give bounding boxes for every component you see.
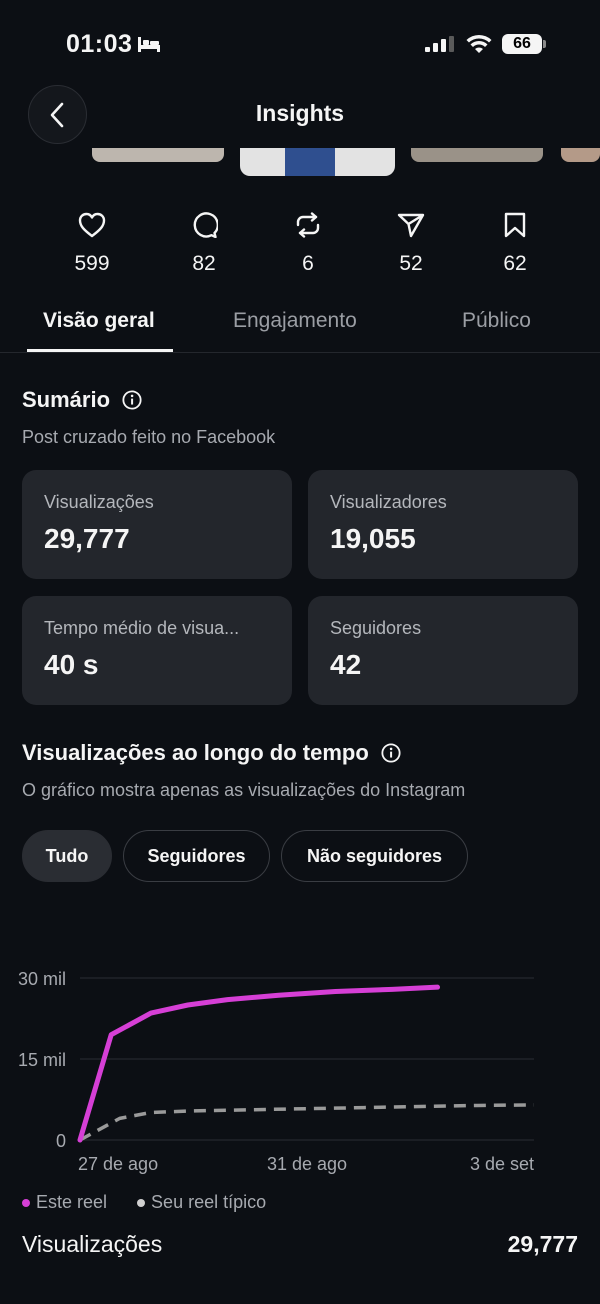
metric-label: Seguidores — [330, 618, 422, 638]
summary-section-title: Sumário — [22, 387, 142, 413]
metric-label: Tempo médio de visua... — [44, 618, 240, 638]
stat-value: 62 — [503, 252, 527, 275]
bed-icon — [138, 37, 160, 52]
y-tick-label: 30 mil — [18, 969, 66, 989]
repost-icon — [296, 212, 320, 238]
series-line-typical-reel — [79, 1103, 535, 1142]
total-views-value: 29,777 — [507, 1231, 578, 1257]
post-thumbnail[interactable] — [92, 148, 224, 162]
views-over-time-subtitle: O gráfico mostra apenas as visualizações… — [22, 780, 466, 800]
share-icon — [397, 213, 425, 238]
stat-reposts: 6 — [268, 212, 348, 276]
stat-value: 82 — [192, 252, 216, 275]
tab-audience[interactable]: Público — [462, 309, 531, 333]
metric-value: 42 — [330, 649, 362, 680]
x-tick-label: 27 de ago — [78, 1154, 158, 1174]
x-tick-label: 31 de ago — [267, 1154, 347, 1174]
metric-card-views[interactable]: Visualizações 29,777 — [22, 470, 292, 579]
legend-item-this-reel: Este reel — [22, 1192, 107, 1213]
post-thumbnail-current[interactable] — [240, 148, 395, 176]
filter-non-followers[interactable]: Não seguidores — [281, 830, 468, 882]
metric-value: 40 s — [44, 649, 99, 680]
post-thumbnail[interactable] — [561, 148, 600, 162]
metric-value: 29,777 — [44, 523, 130, 554]
views-over-time-title: Visualizações ao longo do tempo — [22, 740, 369, 765]
y-tick-label: 0 — [56, 1131, 66, 1151]
battery-indicator: 66 — [502, 34, 542, 54]
chart-legend: Este reel Seu reel típico — [22, 1192, 266, 1213]
views-over-time-section-title: Visualizações ao longo do tempo — [22, 740, 401, 766]
summary-title: Sumário — [22, 387, 111, 412]
battery-tip — [543, 40, 546, 48]
stat-value: 52 — [399, 252, 423, 275]
metric-value: 19,055 — [330, 523, 416, 554]
wifi-icon — [466, 34, 492, 53]
legend-dot — [22, 1198, 30, 1207]
total-views-label: Visualizações — [22, 1231, 163, 1257]
legend-label: Este reel — [36, 1192, 108, 1212]
y-tick-label: 15 mil — [18, 1050, 66, 1070]
filter-followers[interactable]: Seguidores — [123, 830, 270, 882]
legend-item-typical-reel: Seu reel típico — [137, 1192, 266, 1213]
x-tick-label: 3 de set — [470, 1154, 534, 1174]
metric-card-avg-watch-time[interactable]: Tempo médio de visua... 40 s — [22, 596, 292, 705]
status-bar: 01:03 66 — [0, 0, 600, 90]
stat-comments: 82 — [164, 212, 244, 276]
comment-icon — [193, 212, 218, 238]
legend-dot — [137, 1198, 146, 1207]
metric-card-viewers[interactable]: Visualizadores 19,055 — [308, 470, 578, 579]
stat-saves: 62 — [475, 212, 555, 276]
tab-engagement[interactable]: Engajamento — [233, 309, 357, 333]
status-time: 01:03 — [66, 30, 133, 58]
views-line-chart: 0 15 mil 30 mil 27 de ago 31 de ago 3 de set — [18, 969, 535, 1174]
legend-label: Seu reel típico — [151, 1192, 267, 1212]
stat-value: 599 — [74, 252, 110, 275]
bookmark-icon — [504, 212, 526, 238]
heart-icon — [78, 212, 106, 238]
insights-tabs: Visão geral Engajamento Público — [0, 300, 600, 353]
tab-overview[interactable]: Visão geral — [43, 309, 155, 333]
stat-likes: 599 — [52, 212, 132, 276]
info-icon[interactable] — [122, 390, 142, 410]
metric-card-followers[interactable]: Seguidores 42 — [308, 596, 578, 705]
summary-subtitle: Post cruzado feito no Facebook — [22, 427, 276, 447]
info-icon[interactable] — [381, 743, 401, 763]
active-tab-indicator — [27, 349, 173, 352]
series-line-this-reel — [77, 984, 441, 1143]
page-title: Insights — [255, 100, 345, 126]
filter-all[interactable]: Tudo — [22, 830, 112, 882]
post-thumbnail[interactable] — [411, 148, 543, 162]
stat-value: 6 — [302, 252, 314, 275]
metric-label: Visualizações — [44, 492, 154, 512]
stat-shares: 52 — [371, 212, 451, 276]
signal-icon — [425, 36, 454, 52]
metric-label: Visualizadores — [330, 492, 447, 512]
